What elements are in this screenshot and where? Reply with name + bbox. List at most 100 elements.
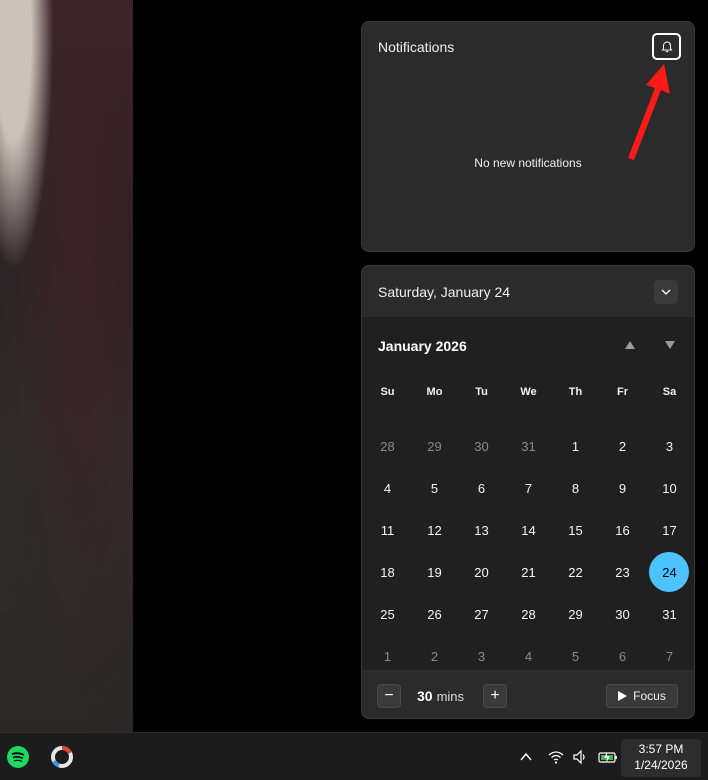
calendar-day-number: 25 — [380, 606, 395, 622]
calendar-day[interactable]: 23 — [599, 551, 646, 593]
calendar-day[interactable]: 30 — [458, 425, 505, 467]
focus-session-bar: − 30 mins + Focus — [362, 670, 694, 718]
calendar-day-number: 9 — [618, 480, 627, 496]
volume-icon[interactable] — [572, 749, 588, 765]
taskbar-clock[interactable]: 3:57 PM 1/24/2026 — [621, 739, 701, 777]
calendar-day[interactable]: 27 — [458, 593, 505, 635]
calendar-day-number: 14 — [521, 522, 536, 538]
calendar-day-number: 30 — [474, 438, 489, 454]
chevron-up-icon[interactable] — [518, 749, 534, 765]
calendar-day-number: 5 — [430, 480, 439, 496]
calendar-week-row: 11 12 13 14 15 16 17 — [364, 509, 694, 551]
calendar-day[interactable]: 11 — [364, 509, 411, 551]
calendar-day[interactable]: 2 — [599, 425, 646, 467]
calendar-day-number: 28 — [380, 438, 395, 454]
weekday-label: Tu — [475, 386, 488, 398]
weekday-label: Sa — [662, 386, 677, 398]
calendar-day[interactable]: 8 — [552, 467, 599, 509]
calendar-day-number: 3 — [477, 648, 486, 664]
collapse-calendar-button[interactable] — [654, 280, 678, 304]
calendar-day-number: 30 — [615, 606, 630, 622]
increase-focus-time-button[interactable]: + — [483, 684, 507, 708]
calendar-day-number: 18 — [380, 564, 395, 580]
calendar-day[interactable]: 16 — [599, 509, 646, 551]
calendar-day-number: 7 — [524, 480, 533, 496]
calendar-day[interactable]: 26 — [411, 593, 458, 635]
desktop-wallpaper — [0, 0, 133, 732]
calendar-day[interactable]: 10 — [646, 467, 693, 509]
calendar-day[interactable]: 29 — [552, 593, 599, 635]
next-month-button[interactable] — [664, 340, 676, 350]
focus-duration: 30 mins — [417, 688, 464, 704]
calendar-grid: 28 29 30 31 1 2 3 4 5 6 7 8 9 10 11 12 13 14 15 16 17 18 19 20 2… — [364, 425, 694, 677]
calendar-day-number: 4 — [524, 648, 533, 664]
calendar-day[interactable]: 12 — [411, 509, 458, 551]
calendar-day[interactable]: 15 — [552, 509, 599, 551]
calendar-day-number: 29 — [427, 438, 442, 454]
calendar-day[interactable]: 7 — [505, 467, 552, 509]
calendar-week-row: 28 29 30 31 1 2 3 — [364, 425, 694, 467]
decrease-focus-time-button[interactable]: − — [377, 684, 401, 708]
calendar-day-number: 31 — [662, 606, 677, 622]
calendar-day-number: 19 — [427, 564, 442, 580]
do-not-disturb-button[interactable]: z — [652, 33, 681, 60]
calendar-day-number: 1 — [571, 438, 580, 454]
calendar-panel: Saturday, January 24 January 2026 Su Mo … — [361, 265, 695, 719]
weekday-label: Su — [380, 386, 395, 398]
calendar-day-number: 15 — [568, 522, 583, 538]
calendar-day[interactable]: 22 — [552, 551, 599, 593]
calendar-day[interactable]: 29 — [411, 425, 458, 467]
calendar-day[interactable]: 5 — [411, 467, 458, 509]
month-title[interactable]: January 2026 — [378, 338, 467, 354]
focus-duration-value: 30 — [417, 688, 433, 704]
clock-date: 1/24/2026 — [634, 758, 688, 772]
calendar-day-number: 31 — [521, 438, 536, 454]
weekday-header-row: Su Mo Tu We Th Fr Sa — [364, 386, 694, 398]
calendar-day[interactable]: 30 — [599, 593, 646, 635]
calendar-day-number: 20 — [474, 564, 489, 580]
calendar-day-today[interactable]: 24 — [646, 551, 693, 593]
battery-charging-icon[interactable] — [598, 749, 618, 765]
previous-month-button[interactable] — [624, 340, 636, 350]
calendar-day[interactable]: 9 — [599, 467, 646, 509]
calendar-day-number: 1 — [383, 648, 392, 664]
svg-text:z: z — [669, 41, 671, 46]
calendar-day-number: 28 — [521, 606, 536, 622]
calendar-day-number: 24 — [662, 564, 677, 580]
spotify-icon[interactable] — [6, 745, 30, 769]
weekday-label: We — [520, 386, 537, 398]
calendar-day-number: 4 — [383, 480, 392, 496]
weekday-label: Th — [568, 386, 583, 398]
calendar-day[interactable]: 1 — [552, 425, 599, 467]
calendar-day-number: 10 — [662, 480, 677, 496]
calendar-day[interactable]: 3 — [646, 425, 693, 467]
notifications-title: Notifications — [378, 39, 455, 55]
calendar-day[interactable]: 17 — [646, 509, 693, 551]
focus-duration-unit: mins — [436, 689, 465, 704]
red-annotation-arrow — [628, 64, 670, 160]
wifi-icon[interactable] — [548, 749, 564, 765]
calendar-day[interactable]: 4 — [364, 467, 411, 509]
calendar-day[interactable]: 21 — [505, 551, 552, 593]
clock-time: 3:57 PM — [638, 742, 684, 756]
calendar-day[interactable]: 18 — [364, 551, 411, 593]
calendar-day[interactable]: 14 — [505, 509, 552, 551]
start-focus-button[interactable]: Focus — [606, 684, 678, 708]
calendar-day-number: 23 — [615, 564, 630, 580]
calendar-day[interactable]: 6 — [458, 467, 505, 509]
calendar-day-number: 2 — [618, 438, 627, 454]
calendar-header: Saturday, January 24 — [362, 266, 694, 318]
calendar-day[interactable]: 31 — [505, 425, 552, 467]
calendar-day[interactable]: 28 — [505, 593, 552, 635]
calendar-day-number: 16 — [615, 522, 630, 538]
calendar-day[interactable]: 20 — [458, 551, 505, 593]
calendar-day-number: 21 — [521, 564, 536, 580]
calendar-body: January 2026 Su Mo Tu We Th Fr Sa 28 29 30… — [362, 318, 694, 670]
calendar-day[interactable]: 19 — [411, 551, 458, 593]
calendar-day[interactable]: 25 — [364, 593, 411, 635]
calendar-day-number: 2 — [430, 648, 439, 664]
davinci-resolve-icon[interactable] — [50, 745, 74, 769]
calendar-day[interactable]: 31 — [646, 593, 693, 635]
calendar-day[interactable]: 13 — [458, 509, 505, 551]
calendar-day[interactable]: 28 — [364, 425, 411, 467]
